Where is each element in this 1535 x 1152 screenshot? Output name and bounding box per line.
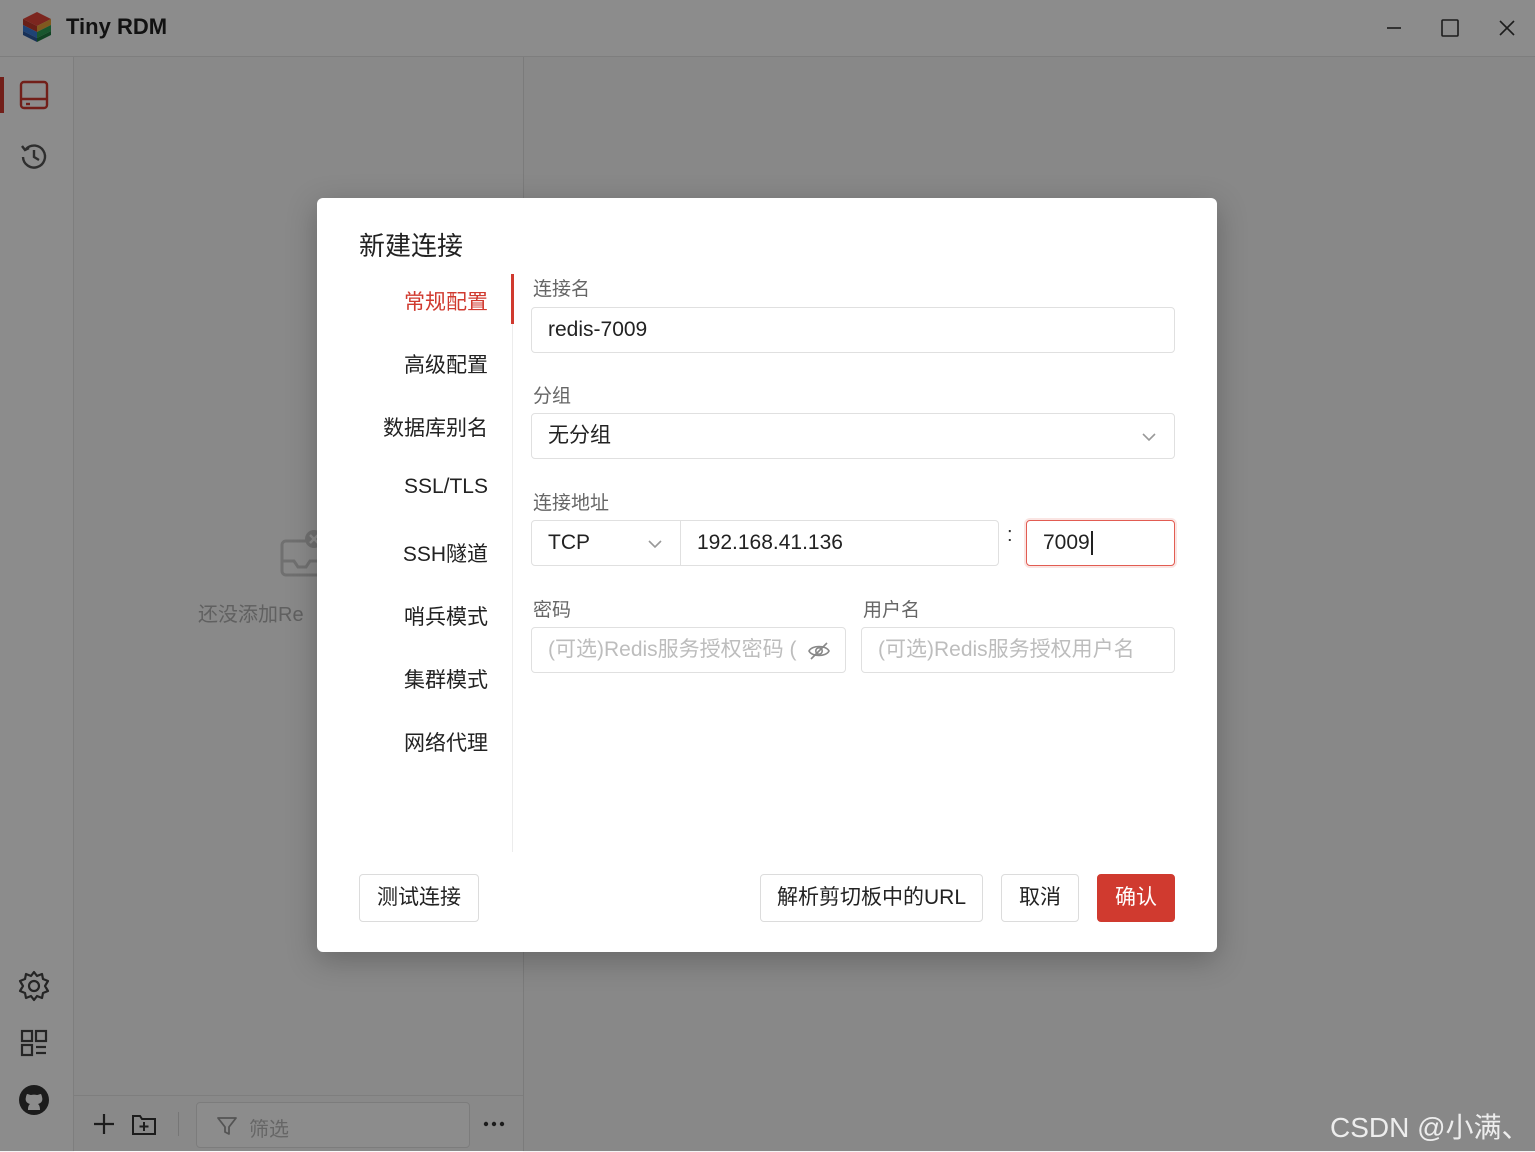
- protocol-value: TCP: [548, 531, 590, 554]
- group-value: 无分组: [548, 424, 611, 447]
- username-label: 用户名: [863, 600, 921, 621]
- tab-active-indicator: [511, 274, 514, 324]
- dialog-title: 新建连接: [359, 231, 464, 261]
- port-separator: :: [1007, 524, 1013, 546]
- parse-url-button[interactable]: 解析剪切板中的URL: [760, 874, 983, 922]
- chevron-down-icon: [1142, 433, 1156, 442]
- tab-db-alias[interactable]: 数据库别名: [383, 412, 488, 442]
- password-label: 密码: [533, 600, 572, 621]
- new-connection-dialog: 新建连接 常规配置 高级配置 数据库别名 SSL/TLS SSH隧道 哨兵模式 …: [317, 198, 1217, 952]
- connection-name-input[interactable]: redis-7009: [531, 307, 1175, 353]
- tab-sentinel[interactable]: 哨兵模式: [404, 601, 488, 631]
- group-label: 分组: [533, 386, 572, 407]
- test-connection-button[interactable]: 测试连接: [359, 874, 479, 922]
- config-tabs: 常规配置 高级配置 数据库别名 SSL/TLS SSH隧道 哨兵模式 集群模式 …: [317, 274, 514, 852]
- tab-proxy[interactable]: 网络代理: [404, 727, 488, 757]
- tab-cluster[interactable]: 集群模式: [404, 664, 488, 694]
- text-caret: [1090, 531, 1093, 556]
- connection-name-label: 连接名: [533, 279, 591, 300]
- port-input[interactable]: 7009: [1026, 520, 1175, 566]
- tab-general[interactable]: 常规配置: [404, 286, 488, 316]
- password-placeholder: (可选)Redis服务授权密码 (: [548, 638, 797, 661]
- port-value: 7009: [1043, 531, 1090, 554]
- chevron-down-icon: [648, 540, 662, 549]
- address-label: 连接地址: [533, 493, 610, 514]
- confirm-button[interactable]: 确认: [1097, 874, 1175, 922]
- tab-ssl-tls[interactable]: SSL/TLS: [404, 475, 488, 499]
- tab-ssh-tunnel[interactable]: SSH隧道: [403, 538, 488, 568]
- username-input[interactable]: (可选)Redis服务授权用户名: [861, 627, 1175, 673]
- group-select[interactable]: 无分组: [531, 413, 1175, 459]
- cancel-button[interactable]: 取消: [1001, 874, 1079, 922]
- username-placeholder: (可选)Redis服务授权用户名: [878, 638, 1135, 661]
- host-value: 192.168.41.136: [697, 531, 843, 554]
- password-input[interactable]: (可选)Redis服务授权密码 (: [531, 627, 846, 673]
- eye-off-icon[interactable]: [807, 639, 831, 663]
- connection-name-value: redis-7009: [548, 318, 648, 341]
- watermark: CSDN @小满、: [1330, 1112, 1530, 1143]
- protocol-select[interactable]: TCP: [531, 520, 681, 566]
- tab-advanced[interactable]: 高级配置: [404, 349, 488, 379]
- host-input[interactable]: 192.168.41.136: [680, 520, 999, 566]
